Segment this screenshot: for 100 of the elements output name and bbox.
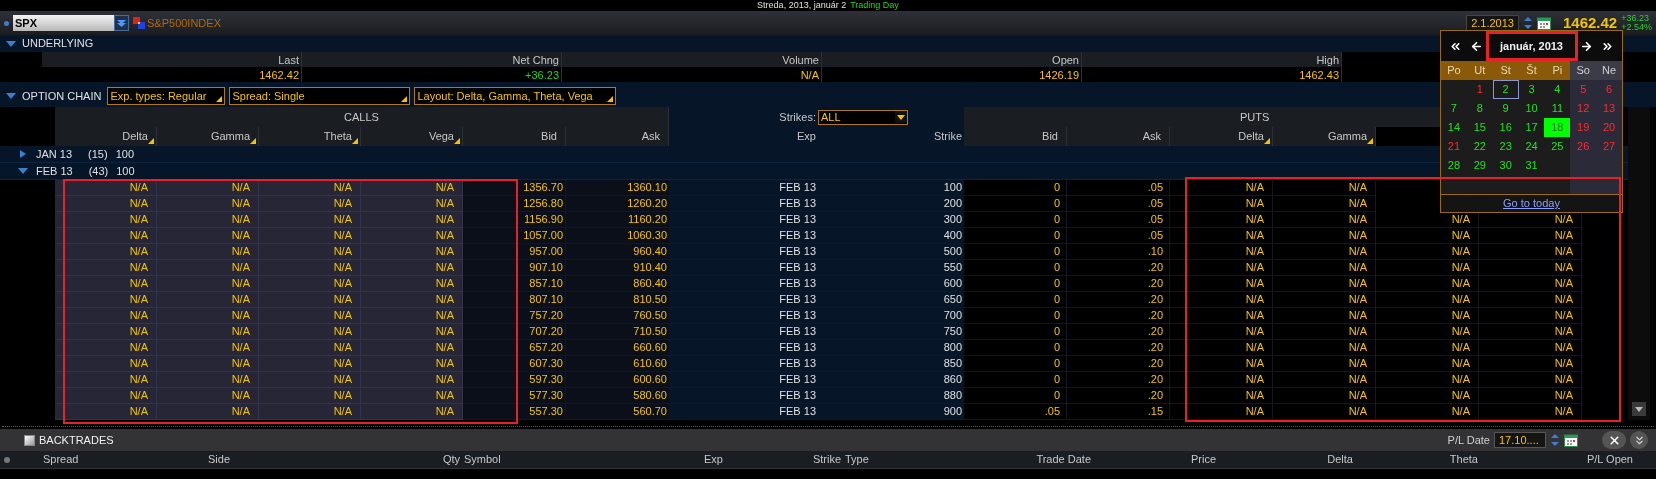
day-cell[interactable]: 14: [1441, 118, 1467, 137]
day-cell[interactable]: 17: [1518, 118, 1545, 137]
calendar-icon[interactable]: [1564, 433, 1578, 447]
day-cell[interactable]: 28: [1441, 156, 1467, 175]
table-cell: .05: [1067, 228, 1170, 244]
date-field[interactable]: 2.1.2013: [1466, 15, 1519, 31]
day-cell[interactable]: 7: [1441, 99, 1467, 118]
column-header[interactable]: Theta: [259, 127, 361, 146]
strikes-dropdown[interactable]: ALL: [818, 109, 908, 125]
column-header[interactable]: P/L Open: [1478, 451, 1633, 468]
filter-dropdown[interactable]: Exp. types: Regular: [107, 87, 226, 105]
day-cell[interactable]: 13: [1596, 99, 1622, 118]
day-cell[interactable]: 3: [1518, 80, 1545, 99]
column-header[interactable]: Qty: [324, 451, 460, 468]
column-header[interactable]: Gamma: [1273, 127, 1376, 146]
day-cell[interactable]: 31: [1518, 156, 1545, 175]
link-squares-icon[interactable]: [133, 17, 145, 29]
collapse-arrow-icon[interactable]: [18, 167, 28, 175]
column-header[interactable]: Strike: [723, 451, 841, 468]
previous-month-icon[interactable]: [1470, 39, 1483, 53]
day-cell[interactable]: 24: [1518, 137, 1545, 156]
checkbox[interactable]: [24, 434, 35, 446]
column-header[interactable]: Delta: [1170, 127, 1273, 146]
column-header[interactable]: Spread: [43, 451, 208, 468]
column-header[interactable]: Theta: [1353, 451, 1478, 468]
spinner-icon[interactable]: [1523, 15, 1533, 31]
day-cell[interactable]: 10: [1518, 99, 1545, 118]
column-header[interactable]: Delta: [55, 127, 157, 146]
close-button[interactable]: [1602, 431, 1626, 449]
table-cell: N/A: [1376, 244, 1479, 260]
day-cell[interactable]: 16: [1492, 118, 1519, 137]
table-cell: N/A: [1170, 388, 1273, 404]
day-cell[interactable]: 26: [1570, 137, 1597, 156]
day-cell[interactable]: 22: [1466, 137, 1493, 156]
day-cell[interactable]: 6: [1596, 80, 1622, 99]
column-header[interactable]: Ask: [1067, 127, 1170, 146]
day-cell[interactable]: 25: [1544, 137, 1571, 156]
column-header[interactable]: Price: [1091, 451, 1216, 468]
table-cell: 0: [964, 372, 1067, 388]
day-cell[interactable]: 27: [1596, 137, 1622, 156]
column-header[interactable]: Ask: [566, 127, 669, 146]
multiplier: 100: [116, 163, 135, 179]
column-header[interactable]: Bid: [463, 127, 566, 146]
calendar-icon[interactable]: [1537, 16, 1551, 30]
day-cell[interactable]: 2: [1492, 80, 1519, 99]
day-cell[interactable]: 12: [1570, 99, 1597, 118]
collapse-button[interactable]: [1630, 431, 1648, 449]
next-month-icon[interactable]: [1580, 39, 1593, 53]
table-cell: N/A: [361, 212, 463, 228]
day-cell[interactable]: 11: [1544, 99, 1571, 118]
table-cell: FEB 13: [669, 340, 818, 356]
table-cell: .20: [1067, 372, 1170, 388]
collapse-arrow-icon[interactable]: [6, 39, 16, 48]
symbol-field[interactable]: SPX: [13, 15, 114, 31]
day-cell[interactable]: 5: [1570, 80, 1597, 99]
day-cell[interactable]: 4: [1544, 80, 1571, 99]
column-header: High: [1082, 52, 1342, 67]
table-cell: FEB 13: [669, 260, 818, 276]
collapse-arrow-icon[interactable]: [6, 92, 16, 100]
day-cell[interactable]: 23: [1492, 137, 1519, 156]
pl-date-field[interactable]: 17.10....: [1494, 432, 1546, 448]
day-cell[interactable]: 21: [1441, 137, 1467, 156]
table-cell: 710.50: [566, 324, 669, 340]
scrollbar[interactable]: [1628, 107, 1650, 420]
day-cell[interactable]: 8: [1466, 99, 1493, 118]
table-cell: 0: [964, 308, 1067, 324]
day-cell[interactable]: 20: [1596, 118, 1622, 137]
table-cell: N/A: [1479, 340, 1582, 356]
dropdown-button[interactable]: [114, 15, 129, 31]
filter-dropdown[interactable]: Spread: Single: [229, 87, 411, 105]
go-to-today-link[interactable]: Go to today: [1503, 195, 1560, 212]
day-cell[interactable]: 19: [1570, 118, 1597, 137]
column-header[interactable]: Trade Date: [955, 451, 1091, 468]
table-cell: N/A: [1170, 260, 1273, 276]
day-cell[interactable]: 15: [1466, 118, 1493, 137]
column-header[interactable]: Exp: [669, 127, 818, 146]
table-cell: N/A: [1376, 228, 1479, 244]
day-cell[interactable]: 29: [1466, 156, 1493, 175]
filter-dropdown[interactable]: Layout: Delta, Gamma, Theta, Vega: [414, 87, 617, 105]
column-header[interactable]: Side: [208, 451, 324, 468]
table-cell: 600.60: [566, 372, 669, 388]
table-cell: 0: [964, 212, 1067, 228]
column-header[interactable]: Symbol: [460, 451, 596, 468]
column-header[interactable]: Gamma: [157, 127, 259, 146]
expiration-label: JAN 13: [36, 146, 73, 162]
table-cell: N/A: [1479, 388, 1582, 404]
day-cell[interactable]: 30: [1492, 156, 1519, 175]
calls-header: CALLS: [55, 107, 669, 127]
column-header[interactable]: Bid: [964, 127, 1067, 146]
day-cell[interactable]: 1: [1466, 80, 1493, 99]
column-header[interactable]: Delta: [1216, 451, 1353, 468]
expand-arrow-icon[interactable]: [18, 150, 28, 158]
column-header[interactable]: Type: [841, 451, 955, 468]
column-header[interactable]: Strike: [818, 127, 964, 146]
column-header[interactable]: Exp: [596, 451, 723, 468]
scroll-down-icon[interactable]: [1632, 402, 1646, 416]
column-header[interactable]: Vega: [361, 127, 463, 146]
day-cell[interactable]: 18: [1544, 118, 1571, 137]
day-cell[interactable]: 9: [1492, 99, 1519, 118]
table-cell: N/A: [361, 292, 463, 308]
